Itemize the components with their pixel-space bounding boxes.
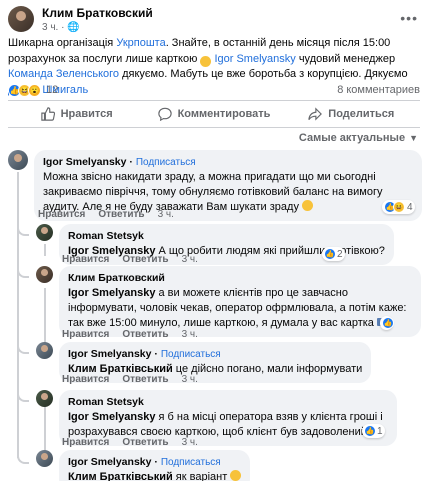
follow-link[interactable]: Подписаться [161, 349, 221, 360]
avatar[interactable] [36, 450, 53, 467]
comment-reaction-count: 2 [337, 248, 343, 260]
follow-link[interactable]: Подписаться [161, 457, 221, 468]
post-action-bar: Нравится Комментировать Поделиться [8, 100, 420, 128]
comment-actions: Нравится Ответить 3 ч. [62, 254, 198, 265]
comment-text: Клим Братківський як варіант [68, 470, 242, 481]
comment-reaction-count: 4 [407, 201, 413, 213]
comment-text-content: це дійсно погано, мали інформувати [172, 363, 363, 375]
thread-connector [17, 454, 29, 464]
share-button[interactable]: Поделиться [283, 101, 420, 127]
comment-reply-link[interactable]: Ответить [122, 437, 168, 448]
comment-author: Igor Smelyansky · Подписаться [43, 156, 196, 168]
mention-link[interactable]: Igor Smelyansky [68, 411, 155, 423]
comment-reply-link[interactable]: Ответить [98, 209, 144, 220]
wow-reaction-icon: 😮 [28, 83, 41, 97]
comment-author-name[interactable]: Igor Smelyansky [43, 156, 126, 168]
avatar[interactable] [36, 390, 53, 407]
comment-author-name[interactable]: Roman Stetsyk [68, 229, 385, 244]
post-time-text[interactable]: 3 ч. [42, 22, 58, 33]
comment-time[interactable]: 3 ч. [182, 437, 198, 448]
more-options-icon[interactable]: ••• [400, 10, 418, 26]
comment-time[interactable]: 3 ч. [182, 374, 198, 385]
post-text-segment: чудовий менеджер [295, 52, 396, 65]
post-author-avatar[interactable] [8, 6, 34, 32]
sort-label: Самые актуальные [298, 132, 406, 144]
comment-time[interactable]: 3 ч. [158, 209, 174, 220]
comment-button[interactable]: Комментировать [145, 101, 282, 127]
like-button-label: Нравится [60, 108, 113, 120]
comment-reply-link[interactable]: Ответить [122, 329, 168, 340]
comment-like-link[interactable]: Нравится [62, 254, 109, 265]
comment-reactions[interactable]: 👍 [380, 316, 394, 330]
comment-author: Igor Smelyansky · Подписаться [68, 456, 221, 468]
comment-like-link[interactable]: Нравится [38, 209, 85, 220]
chevron-down-icon: ▼ [409, 133, 418, 143]
smile-emoji-icon [302, 200, 314, 211]
comment-reactions[interactable]: 👍 2 [322, 247, 345, 261]
comment-author: Igor Smelyansky · Подписаться [68, 348, 221, 360]
comment-actions: Нравится Ответить 3 ч. [38, 209, 174, 220]
mention-link[interactable]: Клим Братківський [68, 471, 173, 481]
comment-bubble: Клим Братковский Igor Smelyansky а ви мо… [59, 266, 421, 337]
comment-text-content: Можна звісно накидати зраду, а можна при… [43, 171, 383, 213]
comment-button-label: Комментировать [177, 108, 271, 120]
like-button[interactable]: Нравится [8, 101, 145, 127]
post-text-segment: дякуємо. Мабуть це вже боротьба з корупц… [119, 68, 408, 80]
comment-time[interactable]: 3 ч. [182, 329, 198, 340]
globe-icon: 🌐 [67, 21, 80, 33]
smile-emoji-icon [230, 470, 242, 481]
comment-like-link[interactable]: Нравится [62, 437, 109, 448]
comment-bubble: Igor Smelyansky · Подписаться Клим Братк… [59, 450, 251, 481]
comment-author-name[interactable]: Igor Smelyansky [68, 348, 151, 360]
avatar[interactable] [36, 342, 53, 359]
comment-reactions[interactable]: 👍 1 [362, 424, 385, 438]
like-reaction-icon: 👍 [382, 317, 394, 329]
comment-text: Igor Smelyansky я б на місці оператора в… [68, 410, 388, 440]
like-reaction-icon: 👍 [324, 248, 336, 260]
post-mention-link[interactable]: Команда Зеленського [8, 68, 119, 80]
comment-text: Igor Smelyansky а ви можете клієнтів про… [68, 286, 412, 331]
comment-reaction-count: 1 [377, 425, 383, 437]
comment-author-name[interactable]: Igor Smelyansky [68, 456, 151, 468]
post-author-name[interactable]: Клим Братковский [42, 6, 153, 20]
comment-reactions[interactable]: 👍 😆 4 [382, 200, 415, 214]
reaction-icons[interactable]: 👍 😆 😮 12 [8, 83, 58, 97]
mention-link[interactable]: Igor Smelyansky [68, 287, 155, 299]
post-text-segment: Шикарна організація [8, 37, 117, 49]
comments-sort-dropdown[interactable]: Самые актуальные ▼ [299, 132, 418, 144]
post-meta: Клим Братковский 3 ч. · 🌐 [42, 6, 153, 33]
post-time[interactable]: 3 ч. · 🌐 [42, 22, 153, 33]
comment-time[interactable]: 3 ч. [182, 254, 198, 265]
comment-reply: Клим Братковский Igor Smelyansky а ви мо… [36, 266, 421, 337]
comment-actions: Нравится Ответить 3 ч. [62, 437, 198, 448]
follow-link[interactable]: Подписаться [136, 157, 196, 168]
smile-emoji-icon: 😊 [200, 55, 212, 67]
comment-author-name[interactable]: Roman Stetsyk [68, 395, 388, 410]
post-mention-link[interactable]: Igor Smelyansky [214, 53, 295, 65]
avatar[interactable] [8, 150, 28, 170]
avatar[interactable] [36, 266, 53, 283]
post-header: Клим Братковский 3 ч. · 🌐 [8, 4, 153, 34]
comment-actions: Нравится Ответить 3 ч. [62, 374, 198, 385]
comment-reply-link[interactable]: Ответить [122, 254, 168, 265]
comment-icon [157, 107, 172, 121]
comment-reply: Igor Smelyansky · Подписаться Клим Братк… [36, 450, 251, 481]
post-mention-link[interactable]: Укрпошта [116, 37, 165, 49]
comments-count[interactable]: 8 комментариев [337, 84, 420, 96]
comment-actions: Нравится Ответить 3 ч. [62, 329, 198, 340]
comment-author-name[interactable]: Клим Братковский [68, 271, 412, 286]
share-icon [308, 107, 323, 121]
reaction-count[interactable]: 12 [46, 84, 58, 96]
comment-text-content: як варіант [172, 471, 228, 481]
reactions-summary: 👍 😆 😮 12 8 комментариев [8, 82, 420, 98]
comment-like-link[interactable]: Нравится [62, 374, 109, 385]
thumbs-up-icon [40, 107, 55, 121]
comment-like-link[interactable]: Нравится [62, 329, 109, 340]
share-button-label: Поделиться [328, 108, 395, 120]
comment-reply-link[interactable]: Ответить [122, 374, 168, 385]
like-reaction-icon: 👍 [364, 425, 376, 437]
avatar[interactable] [36, 224, 53, 241]
haha-reaction-icon: 😆 [393, 201, 405, 213]
